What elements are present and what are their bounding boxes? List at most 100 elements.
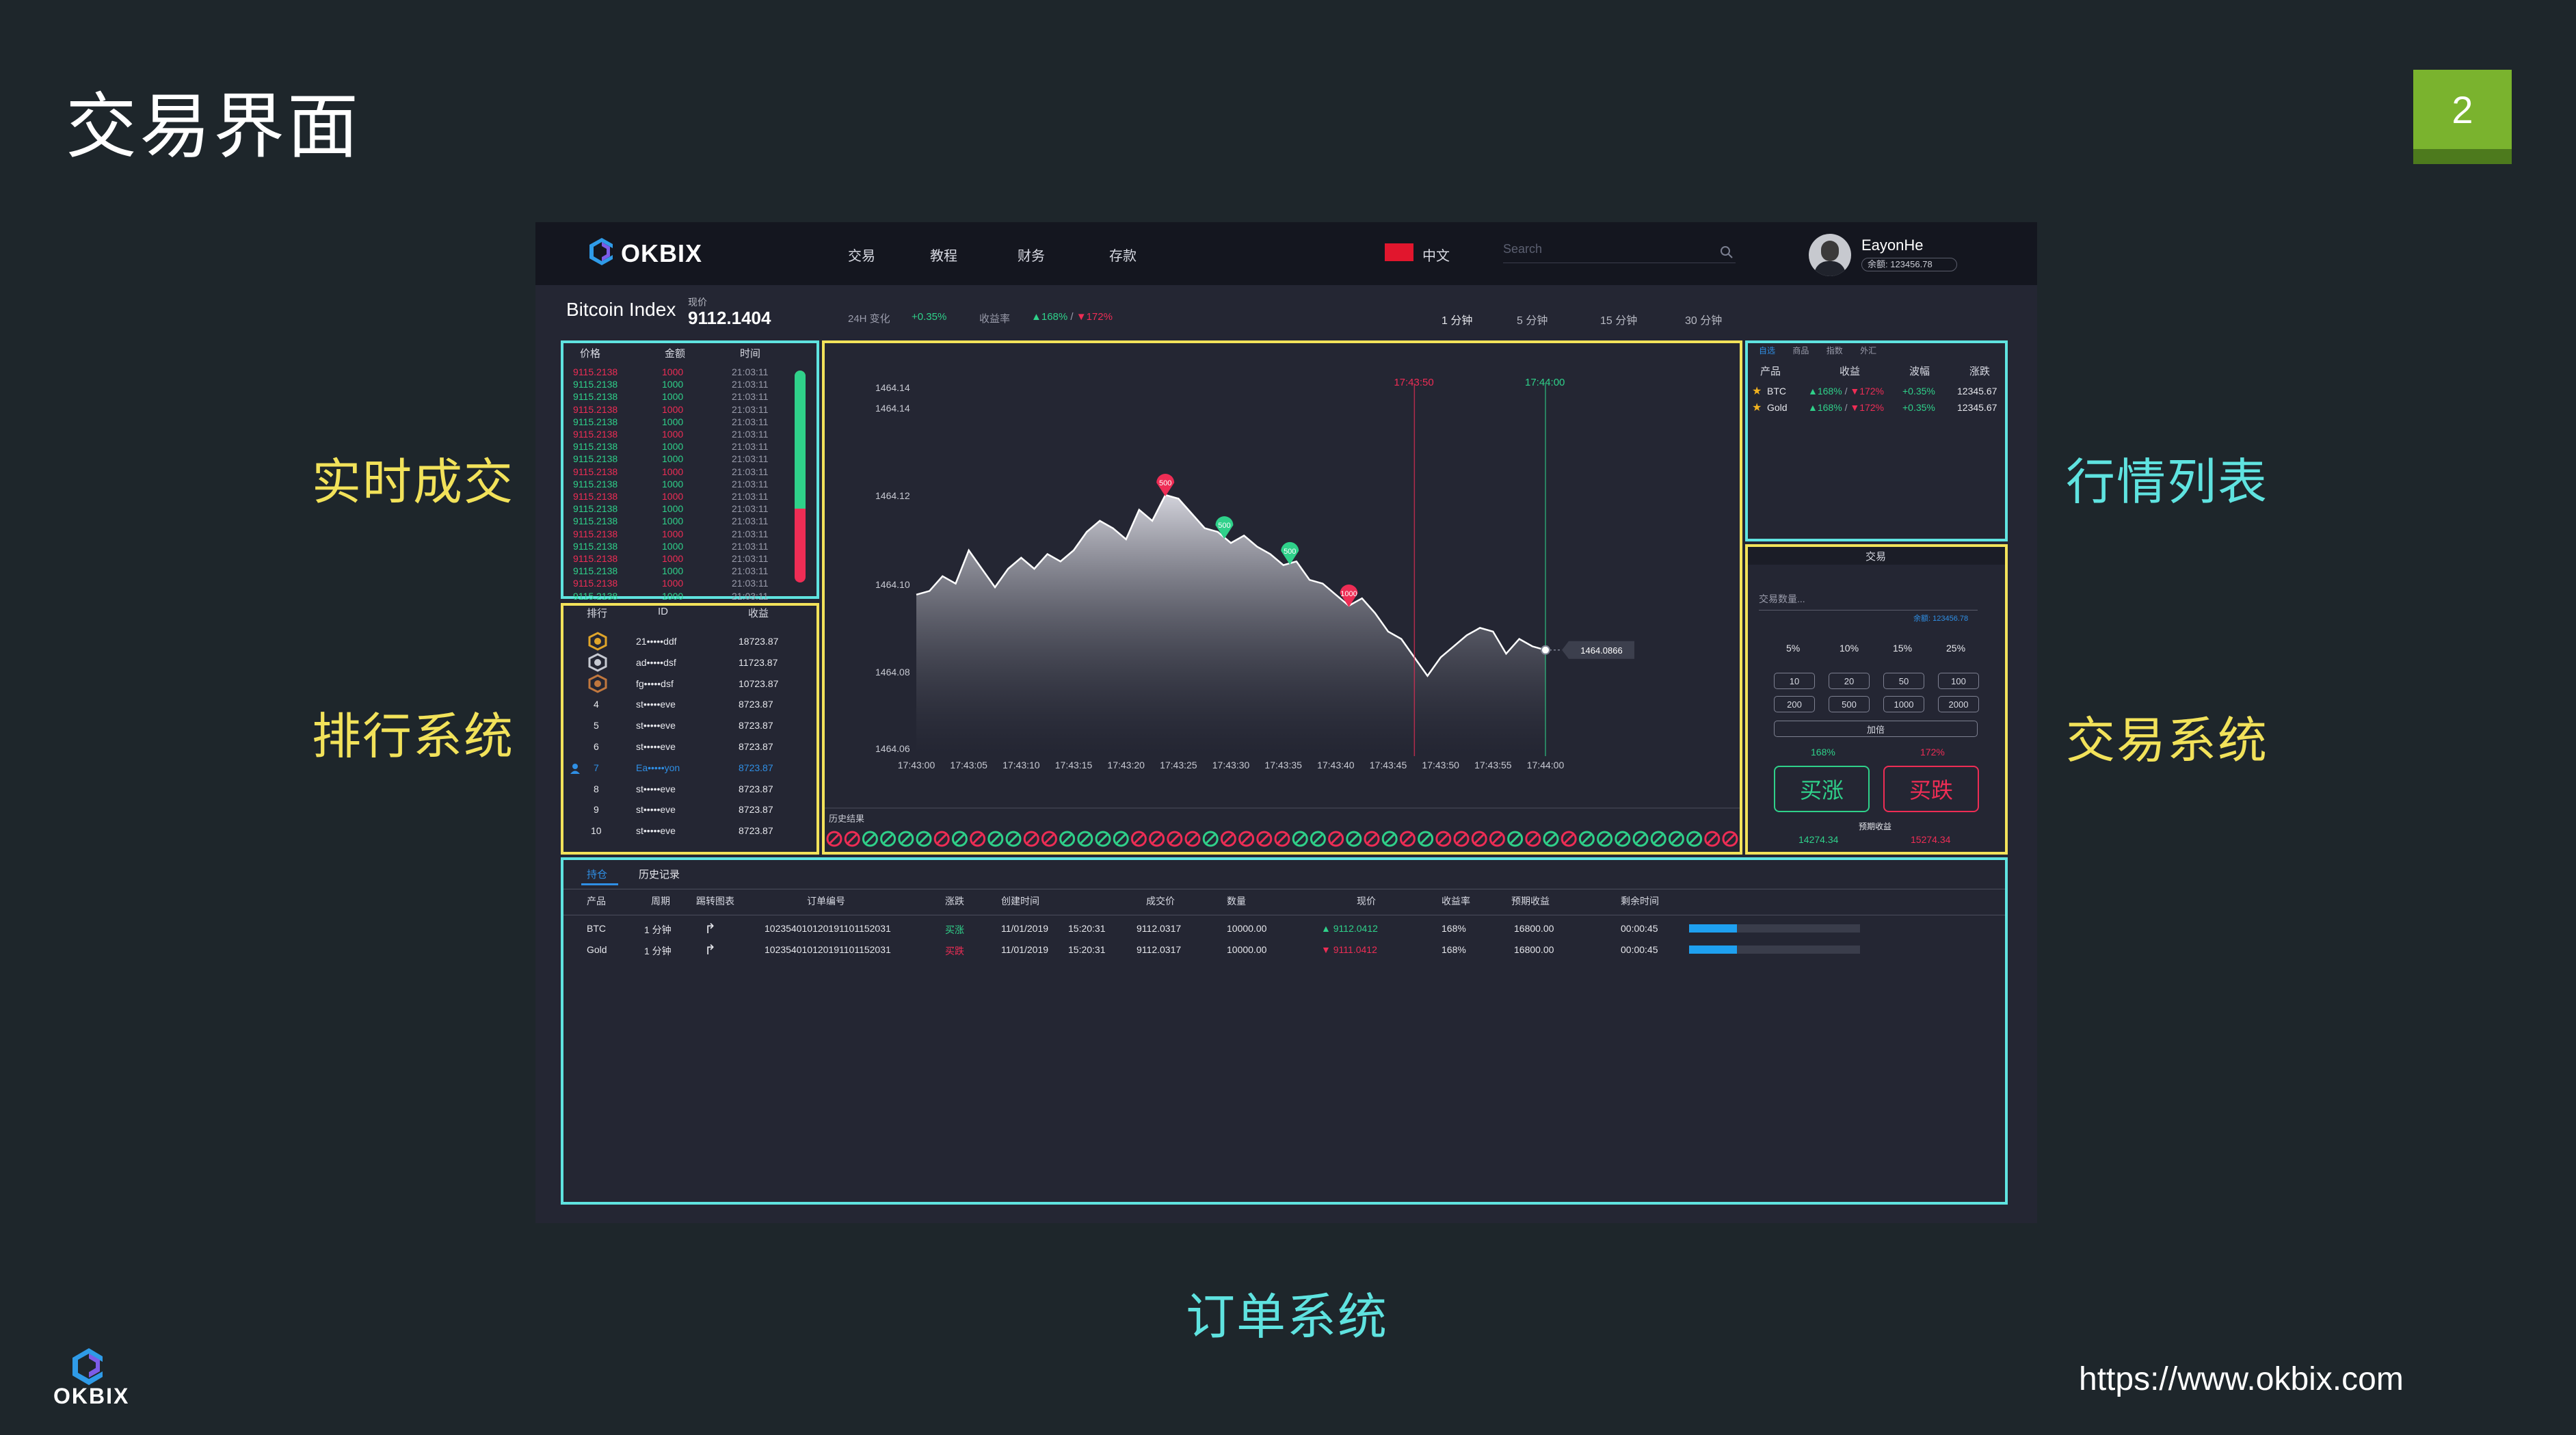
trade-price: 9115.2138 (573, 565, 618, 577)
ranking-profit: 8723.87 (739, 741, 773, 752)
price-chart[interactable]: 1464.14 1464.14 1464.12 1464.10 1464.08 1464.… (825, 343, 1740, 852)
history-result-slash (1564, 833, 1574, 844)
market-tab-indices[interactable]: 指数 (1827, 346, 1843, 356)
timeframe-5m[interactable]: 5 分钟 (1517, 311, 1548, 327)
history-result-slash (937, 833, 947, 844)
ranking-rank: 4 (594, 699, 599, 710)
nav-item-deposit[interactable]: 存款 (1109, 245, 1137, 265)
search-icon[interactable] (1719, 245, 1734, 260)
search-input[interactable]: Search (1503, 242, 1736, 263)
trade-amount: 1000 (662, 565, 684, 577)
trade-amount: 1000 (662, 478, 684, 489)
trade-price: 9115.2138 (573, 391, 618, 403)
timeframe-1m[interactable]: 1 分钟 (1442, 311, 1472, 327)
market-product[interactable]: Gold (1767, 402, 1788, 413)
time-line-label: 17:44:00 (1525, 377, 1565, 388)
timeframe-15m[interactable]: 15 分钟 (1600, 311, 1637, 327)
order-marker-label: 500 (1159, 479, 1171, 487)
market-volatility: +0.35% (1902, 386, 1935, 397)
order-date: 11/01/2019 (1001, 944, 1049, 955)
trade-amount: 1000 (662, 515, 684, 527)
change-value: +0.35% (912, 311, 947, 323)
orders-header-6: 成交价 (1146, 896, 1175, 907)
percent-option[interactable]: 10% (1840, 643, 1859, 654)
history-result-slash (1062, 833, 1072, 844)
percent-option[interactable]: 15% (1893, 643, 1912, 654)
order-expected: 16800.00 (1514, 923, 1554, 934)
trade-time: 21:03:11 (732, 466, 769, 477)
order-deal-price: 9112.0317 (1137, 923, 1182, 934)
user-avatar[interactable] (1809, 234, 1851, 276)
market-tab-favorites[interactable]: 自选 (1759, 346, 1775, 356)
history-result-slash (990, 833, 1000, 844)
amount-option[interactable]: 20 (1829, 673, 1870, 689)
x-tick-label: 17:43:15 (1055, 760, 1093, 770)
history-result-slash (1206, 833, 1216, 844)
market-header-product: 产品 (1760, 366, 1781, 377)
buy-up-button[interactable]: 买涨 (1774, 766, 1870, 812)
trade-time: 21:03:11 (732, 565, 769, 577)
balance-dropdown[interactable]: 余额: 123456.78 (1861, 258, 1957, 271)
history-result-slash (1438, 833, 1448, 844)
double-button[interactable]: 加倍 (1774, 721, 1978, 737)
amount-option[interactable]: 50 (1883, 673, 1924, 689)
orders-header-4: 涨跌 (945, 896, 964, 907)
star-icon[interactable]: ★ (1752, 401, 1762, 414)
username[interactable]: EayonHe (1861, 237, 1924, 254)
orders-header-0: 产品 (587, 896, 606, 907)
trade-time: 21:03:11 (732, 553, 769, 564)
current-price: 9112.1404 (688, 308, 771, 328)
order-product: Gold (587, 944, 607, 955)
amount-option[interactable]: 200 (1774, 696, 1815, 712)
language-selector[interactable]: 中文 (1422, 245, 1450, 265)
amount-option[interactable]: 2000 (1938, 696, 1979, 712)
amount-option[interactable]: 500 (1829, 696, 1870, 712)
percent-option[interactable]: 25% (1946, 643, 1965, 654)
ranking-id: fg•••••dsf (636, 678, 674, 689)
nav-item-trade[interactable]: 交易 (848, 245, 875, 265)
timeframe-30m[interactable]: 30 分钟 (1685, 311, 1722, 327)
trade-time: 21:03:11 (732, 528, 769, 539)
website-url[interactable]: https://www.okbix.com (2079, 1360, 2404, 1398)
amount-option[interactable]: 100 (1938, 673, 1979, 689)
trades-header-price: 价格 (580, 348, 601, 360)
nav-item-tutorial[interactable]: 教程 (930, 245, 957, 265)
user-icon (570, 763, 580, 774)
orders-header-5: 创建时间 (1001, 896, 1039, 907)
market-tab-commodities[interactable]: 商品 (1792, 346, 1809, 356)
amount-option[interactable]: 1000 (1883, 696, 1924, 712)
amount-option[interactable]: 10 (1774, 673, 1815, 689)
buy-down-button[interactable]: 买跌 (1883, 766, 1979, 812)
ranking-profit: 18723.87 (739, 636, 779, 647)
history-result-slash (1349, 833, 1359, 844)
ranking-id: st•••••eve (636, 720, 676, 732)
trade-time: 21:03:11 (732, 540, 769, 552)
history-result-slash (1545, 833, 1556, 844)
ranking-rank: 9 (594, 804, 599, 816)
nav-item-finance[interactable]: 财务 (1018, 245, 1045, 265)
market-product[interactable]: BTC (1767, 386, 1786, 397)
market-yield: ▲168% / ▼172% (1808, 386, 1885, 397)
star-icon[interactable]: ★ (1752, 384, 1762, 398)
percent-option[interactable]: 5% (1786, 643, 1800, 654)
ranking-id: st•••••eve (636, 741, 676, 752)
x-tick-label: 17:43:45 (1370, 760, 1407, 770)
orders-tab-history[interactable]: 历史记录 (639, 867, 680, 881)
orders-tab-positions[interactable]: 持仓 (587, 867, 607, 881)
history-result-slash (1617, 833, 1628, 844)
ranking-id: Ea•••••yon (636, 762, 680, 773)
quantity-input[interactable]: 交易数量... (1759, 592, 1978, 611)
china-flag-icon[interactable] (1385, 243, 1413, 261)
share-arrow-icon[interactable]: ↱ (704, 941, 716, 958)
orders-header-10: 预期收益 (1511, 896, 1550, 907)
ranking-profit: 10723.87 (739, 678, 779, 689)
market-tab-forex[interactable]: 外汇 (1860, 346, 1876, 356)
order-progress-fill (1689, 946, 1737, 954)
trade-time: 21:03:11 (732, 491, 769, 502)
history-result-slash (1313, 833, 1323, 844)
history-result-slash (918, 833, 929, 844)
y-tick-label: 1464.12 (875, 490, 910, 501)
share-arrow-icon[interactable]: ↱ (704, 920, 716, 937)
history-result-slash (1169, 833, 1180, 844)
ranking-profit: 8723.87 (739, 720, 773, 732)
